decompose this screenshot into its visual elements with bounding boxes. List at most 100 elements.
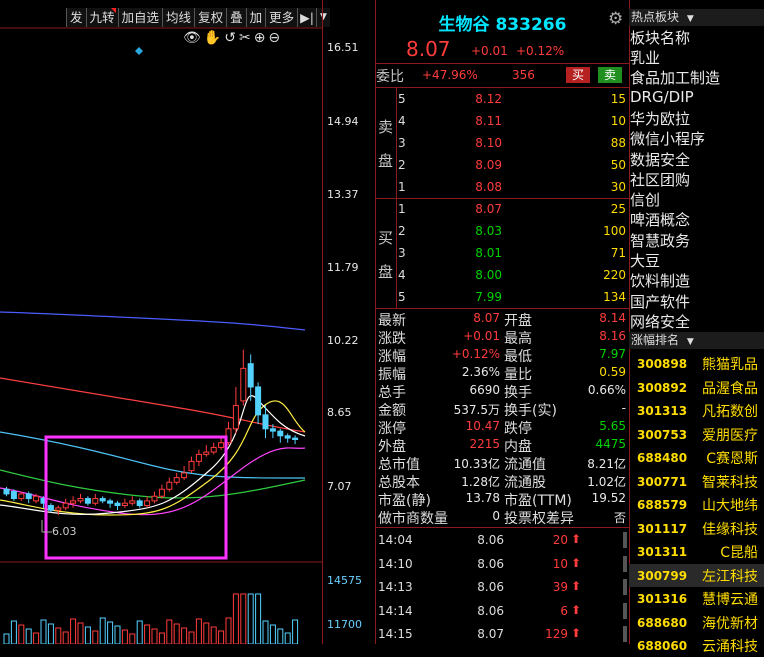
stat-row: 金额 537.5万 换手(实) - [376,400,629,419]
volume-bar [92,630,99,644]
ranking-row[interactable]: 301313 凡拓数创 [629,399,764,422]
volume-bar [218,630,225,644]
ranking-row[interactable]: 688579 山大地纬 [629,493,764,516]
volume-bar [255,593,262,644]
ranking-row[interactable]: 688480 C赛恩斯 [629,446,764,469]
red-flag-icon [111,8,116,13]
kline-chart-area[interactable]: 6.03 发 九转 加自选 均线 复权 叠 加 更多 ▶| ▼ 👁 ✋ ↺ ✂ … [0,0,374,644]
ranking-row[interactable]: 301316 慧博云通 [629,587,764,610]
volume-bar [55,627,62,644]
sector-item[interactable]: 饮料制造 [630,270,690,291]
ranking-code: 301117 [637,521,688,536]
eye-icon[interactable]: 👁 [183,30,201,46]
order-row[interactable]: 5 7.99 134 [376,287,629,309]
order-volume: 88 [610,136,626,150]
stat-label: 流通股 [504,475,546,491]
price-change: +0.01 [471,44,508,58]
tick-scrollbar[interactable] [623,532,627,548]
tick-row[interactable]: 14:14 8.06 6 ⬆ [376,601,629,623]
toolbar-item-ma[interactable]: 均线 [162,8,195,27]
tick-row[interactable]: 14:13 8.06 39 ⬆ [376,577,629,599]
order-row[interactable]: 4 8.11 10 [376,111,629,133]
tick-volume: 6 [560,603,568,618]
sector-item[interactable]: 国产软件 [630,291,690,312]
play-end-icon[interactable]: ▶| [297,8,316,27]
order-row[interactable]: 4 8.00 220 [376,265,629,287]
sector-item[interactable]: 信创 [630,189,660,210]
stat-label: 总市值 [378,457,420,473]
stat-value: 10.47 [465,419,500,433]
order-row[interactable]: 1 8.07 25 [376,199,629,221]
price-tick: 11.79 [327,261,359,274]
sector-item[interactable]: 智慧政务 [630,230,690,251]
order-row[interactable]: 3 8.01 71 [376,243,629,265]
toolbar-item-add-watchlist[interactable]: 加自选 [117,8,163,27]
up-arrow-icon: ⬆ [571,555,582,570]
ranking-row[interactable]: 300892 品渥食品 [629,376,764,399]
sector-item[interactable]: 社区团购 [630,169,690,190]
ranking-row[interactable]: 688060 云涌科技 [629,634,764,657]
stat-label: 最高 [504,331,532,347]
sector-item[interactable]: 网络安全 [630,311,690,332]
stat-label: 涨跌 [378,331,406,347]
sector-item[interactable]: 啤酒概念 [630,209,690,230]
stat-value: 0.66% [587,383,626,397]
kline-chart[interactable] [0,0,322,644]
toolbar-item-more[interactable]: 更多 [265,8,298,27]
buy-button[interactable]: 买 [566,67,590,83]
volume-bar [77,622,84,644]
scissors-icon[interactable]: ✂ [239,30,251,46]
ranking-name: 智莱科技 [702,474,758,491]
tick-scrollbar[interactable] [623,626,627,642]
sector-item[interactable]: 乳业 [630,47,660,68]
ranking-name: 爱朋医疗 [702,427,758,444]
tick-row[interactable]: 14:04 8.06 20 ⬆ [376,530,629,552]
candle-body [144,500,151,507]
sector-item[interactable]: 食品加工制造 [630,67,720,88]
sector-item[interactable]: 数据安全 [630,149,690,170]
stat-value: 1.28亿 [461,475,500,489]
ranking-row[interactable]: 300898 熊猫乳品 [629,352,764,375]
candle-body [240,367,247,402]
order-row[interactable]: 1 8.08 30 [376,177,629,199]
sector-item[interactable]: 微信小程序 [630,128,705,149]
toolbar-item-fa[interactable]: 发 [66,8,86,27]
toolbar-item-adjust[interactable]: 复权 [194,8,227,27]
up-arrow-icon: ⬆ [571,626,582,640]
order-row[interactable]: 5 8.12 15 [376,89,629,111]
ranking-row[interactable]: 301311 C昆船 [629,540,764,563]
sector-item[interactable]: 华为欧拉 [630,108,690,129]
ranking-row[interactable]: 300799 左江科技 [629,563,764,587]
volume-bar [188,631,195,644]
ranking-row[interactable]: 300753 爱朋医疗 [629,423,764,446]
sector-item[interactable]: 大豆 [630,250,660,271]
tick-scrollbar[interactable] [623,579,627,595]
ranking-row[interactable]: 301117 佳缘科技 [629,517,764,540]
order-row[interactable]: 2 8.09 50 [376,155,629,177]
tick-time: 14:15 [378,627,413,641]
price-tick: 16.51 [327,41,359,54]
sell-button[interactable]: 卖 [598,67,622,83]
volume-bar [40,619,47,644]
ranking-row[interactable]: 300771 智莱科技 [629,470,764,493]
tick-price: 8.06 [477,556,504,571]
toolbar-item-add[interactable]: 加 [245,8,266,27]
order-row[interactable]: 3 8.10 88 [376,133,629,155]
hot-sectors-tab[interactable]: 热点板块 ▼ [629,9,764,26]
sector-item[interactable]: DRG/DIP [630,88,694,106]
ranking-name: 凡拓数创 [702,404,758,420]
order-row[interactable]: 2 8.03 100 [376,221,629,243]
tick-row[interactable]: 14:10 8.06 10 ⬆ [376,554,629,576]
tick-scrollbar[interactable] [623,602,627,619]
undo-icon[interactable]: ↺ [224,30,236,46]
ranking-tab[interactable]: 涨幅排名 ▼ [629,332,764,349]
stat-value: +0.01 [463,329,500,343]
tick-row[interactable]: 14:15 8.07 129 ⬆ [376,624,629,646]
toolbar-item-overlay[interactable]: 叠 [226,8,246,27]
tick-scrollbar[interactable] [623,555,627,572]
zoom-in-icon[interactable]: ⊕ [254,30,266,46]
ranking-row[interactable]: 688680 海优新材 [629,611,764,634]
zoom-out-icon[interactable]: ⊖ [268,30,280,46]
settings-gear-icon[interactable]: ⚙ [608,9,623,29]
hand-icon[interactable]: ✋ [204,30,221,46]
